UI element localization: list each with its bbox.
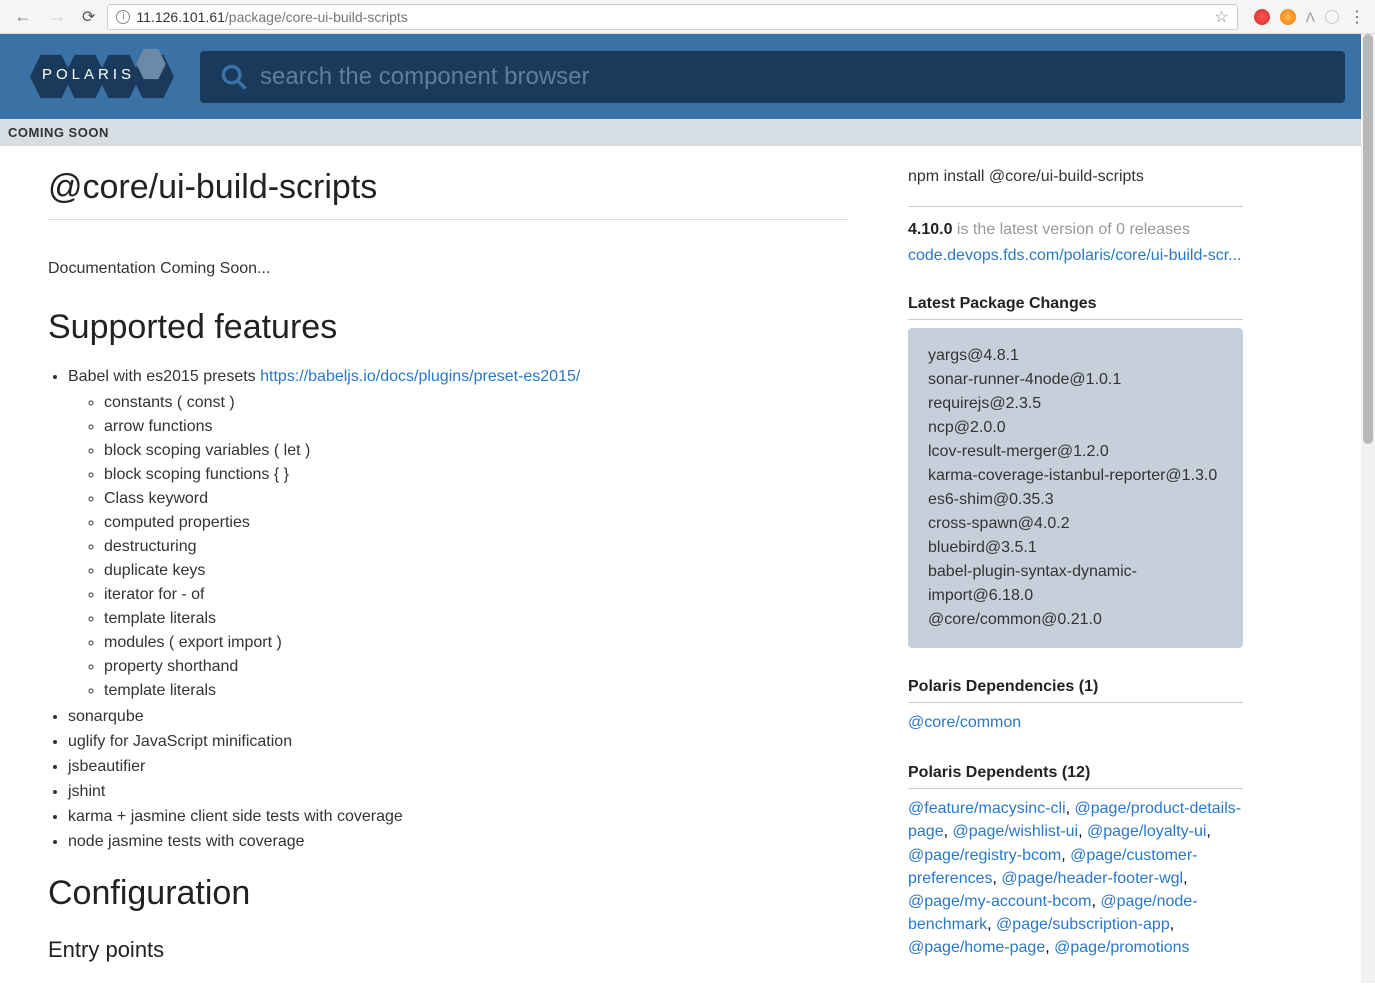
change-item: lcov-result-merger@1.2.0 [928, 440, 1223, 464]
change-item: cross-spawn@4.0.2 [928, 512, 1223, 536]
feature-item: jshint [68, 780, 848, 804]
dependent-link[interactable]: @page/subscription-app [996, 916, 1170, 933]
babel-feature-item: constants ( const ) [104, 391, 848, 415]
url-bar[interactable]: i 11.126.101.61/package/core-ui-build-sc… [107, 4, 1237, 30]
extension-icon-4[interactable] [1325, 10, 1339, 24]
babel-features-sublist: constants ( const )arrow functionsblock … [68, 391, 848, 703]
babel-feature-item: computed properties [104, 511, 848, 535]
dependent-link[interactable]: @feature/macysinc-cli [908, 800, 1066, 817]
babel-feature-item: template literals [104, 679, 848, 703]
change-item: sonar-runner-4node@1.0.1 [928, 368, 1223, 392]
babel-feature-item: modules ( export import ) [104, 631, 848, 655]
bookmark-star-icon[interactable]: ☆ [1214, 7, 1228, 27]
change-item: @core/common@0.21.0 [928, 608, 1223, 632]
dependents-list: @feature/macysinc-cli, @page/product-det… [908, 797, 1243, 959]
app-header: POLARIS [0, 34, 1375, 119]
dependent-link[interactable]: @page/home-page [908, 939, 1045, 956]
install-command: npm install @core/ui-build-scripts [908, 168, 1243, 186]
babel-feature-item: block scoping functions { } [104, 463, 848, 487]
babel-feature-item: iterator for - of [104, 583, 848, 607]
babel-feature-item: destructuring [104, 535, 848, 559]
other-features-list: sonarqubeuglify for JavaScript minificat… [48, 705, 848, 854]
babel-feature-item: block scoping variables ( let ) [104, 439, 848, 463]
babel-feature-item: duplicate keys [104, 559, 848, 583]
babel-feature-item: template literals [104, 607, 848, 631]
logo-text: POLARIS [42, 66, 135, 83]
change-item: babel-plugin-syntax-dynamic-import@6.18.… [928, 560, 1223, 608]
babel-feature-item: arrow functions [104, 415, 848, 439]
feature-item: uglify for JavaScript minification [68, 730, 848, 754]
features-list: Babel with es2015 presets https://babelj… [48, 365, 848, 703]
dependencies-list: @core/common [908, 711, 1243, 734]
babel-feature-item: property shorthand [104, 655, 848, 679]
main-column: @core/ui-build-scripts Documentation Com… [48, 168, 848, 963]
version-info: 4.10.0 is the latest version of 0 releas… [908, 206, 1243, 239]
forward-button[interactable]: → [44, 6, 70, 27]
search-input[interactable] [260, 63, 1325, 91]
back-button[interactable]: ← [10, 6, 36, 27]
change-item: yargs@4.8.1 [928, 344, 1223, 368]
dependent-link[interactable]: @page/promotions [1054, 939, 1189, 956]
version-number: 4.10.0 [908, 221, 952, 238]
features-heading: Supported features [48, 308, 848, 347]
feature-item: karma + jasmine client side tests with c… [68, 805, 848, 829]
sidebar-column: npm install @core/ui-build-scripts 4.10.… [908, 168, 1243, 963]
dependent-link[interactable]: @page/loyalty-ui [1087, 823, 1206, 840]
logo[interactable]: POLARIS [30, 48, 170, 106]
dependency-link[interactable]: @core/common [908, 714, 1021, 731]
dependent-link[interactable]: @page/registry-bcom [908, 847, 1061, 864]
feature-item: jsbeautifier [68, 755, 848, 779]
change-item: bluebird@3.5.1 [928, 536, 1223, 560]
extension-icon-1[interactable] [1254, 9, 1270, 25]
extension-icon-3[interactable]: Λ [1306, 9, 1315, 25]
url-host: 11.126.101.61 [136, 9, 225, 25]
changes-heading: Latest Package Changes [908, 295, 1243, 320]
feature-item: node jasmine tests with coverage [68, 830, 848, 854]
browser-toolbar: ← → ⟳ i 11.126.101.61/package/core-ui-bu… [0, 0, 1375, 34]
feature-item: sonarqube [68, 705, 848, 729]
doc-coming-soon: Documentation Coming Soon... [48, 260, 848, 278]
dependencies-heading: Polaris Dependencies (1) [908, 678, 1243, 703]
reload-button[interactable]: ⟳ [78, 7, 99, 27]
scrollbar-thumb[interactable] [1363, 34, 1373, 444]
extension-icon-2[interactable] [1280, 9, 1296, 25]
babel-link[interactable]: https://babeljs.io/docs/plugins/preset-e… [260, 368, 580, 385]
change-item: es6-shim@0.35.3 [928, 488, 1223, 512]
change-item: karma-coverage-istanbul-reporter@1.3.0 [928, 464, 1223, 488]
change-item: requirejs@2.3.5 [928, 392, 1223, 416]
dependent-link[interactable]: @page/my-account-bcom [908, 893, 1091, 910]
page-title: @core/ui-build-scripts [48, 168, 848, 220]
repo-link[interactable]: code.devops.fds.com/polaris/core/ui-buil… [908, 247, 1243, 265]
info-icon[interactable]: i [116, 10, 130, 24]
dependent-link[interactable]: @page/header-footer-wgl [1001, 870, 1183, 887]
config-heading: Configuration [48, 874, 848, 913]
dependent-link[interactable]: @page/wishlist-ui [952, 823, 1078, 840]
coming-soon-banner: COMING SOON [0, 119, 1375, 146]
search-box[interactable] [200, 51, 1345, 103]
babel-feature-item: Class keyword [104, 487, 848, 511]
entry-points-heading: Entry points [48, 937, 848, 963]
change-item: ncp@2.0.0 [928, 416, 1223, 440]
extension-icons: Λ ⋮ [1246, 7, 1365, 27]
feature-babel: Babel with es2015 presets https://babelj… [68, 365, 848, 703]
search-icon [220, 63, 248, 91]
url-path: /package/core-ui-build-scripts [225, 9, 408, 25]
changes-box: yargs@4.8.1sonar-runner-4node@1.0.1requi… [908, 328, 1243, 648]
browser-menu-icon[interactable]: ⋮ [1349, 7, 1365, 27]
dependents-heading: Polaris Dependents (12) [908, 764, 1243, 789]
scrollbar[interactable] [1361, 34, 1375, 983]
